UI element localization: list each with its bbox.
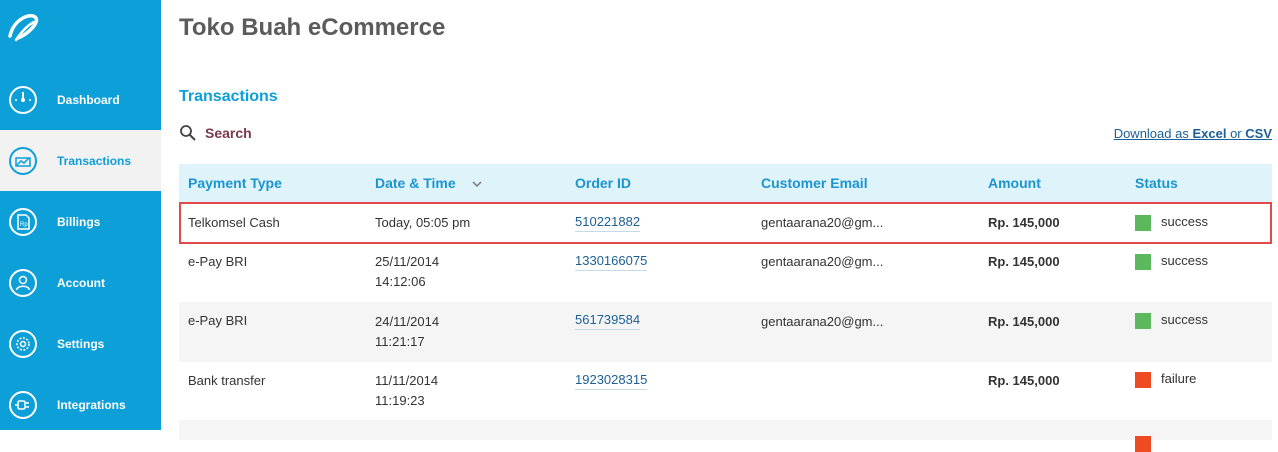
table-row[interactable]: e-Pay BRI 25/11/2014 14:12:06 1330166075… (179, 244, 1272, 302)
sidebar-item-dashboard[interactable]: Dashboard (0, 69, 161, 130)
date-cell: Today, 05:05 pm (375, 215, 471, 230)
time-cell: 11:21:17 (375, 334, 425, 349)
gear-icon (9, 329, 37, 358)
order-id-link[interactable]: 510221882 (575, 213, 641, 232)
date-cell: 11/11/2014 (375, 373, 439, 388)
sidebar-item-integrations[interactable]: Integrations (0, 374, 161, 435)
table-header: Payment Type Date & Time Order ID Custom… (179, 164, 1272, 202)
column-header-date-time[interactable]: Date & Time (375, 175, 482, 191)
date-cell: 25/11/2014 (375, 254, 440, 269)
amount-cell: Rp. 145,000 (988, 314, 1060, 329)
download-or: or (1230, 126, 1242, 141)
search-label: Search (205, 125, 252, 141)
status-text: success (1161, 214, 1208, 229)
user-icon (9, 268, 37, 297)
sidebar-item-account[interactable]: Account (0, 252, 161, 313)
status-success-indicator (1135, 313, 1151, 329)
search-button[interactable]: Search (179, 124, 252, 142)
email-cell: gentaarana20@gm... (761, 314, 884, 329)
sidebar: Dashboard Transactions Rp Billings Accou… (0, 0, 161, 430)
status-text: success (1161, 312, 1208, 327)
swirl-logo-icon[interactable] (6, 10, 40, 44)
section-title: Transactions (179, 88, 278, 105)
download-csv-link[interactable]: CSV (1245, 126, 1272, 141)
sidebar-item-label: Billings (57, 214, 101, 229)
payment-type-cell: Bank transfer (188, 373, 266, 388)
status-failure-indicator (1135, 436, 1151, 452)
order-id-link[interactable]: 1330166075 (575, 252, 648, 271)
column-header-order-id[interactable]: Order ID (575, 175, 631, 191)
table-row[interactable]: e-Pay BRI 24/11/2014 11:21:17 561739584 … (179, 302, 1272, 362)
transactions-table: Payment Type Date & Time Order ID Custom… (179, 164, 1272, 452)
table-row[interactable]: Telkomsel Cash Today, 05:05 pm 510221882… (179, 202, 1272, 244)
payment-type-cell: e-Pay BRI (188, 254, 248, 269)
sidebar-item-billings[interactable]: Rp Billings (0, 191, 161, 252)
sidebar-item-transactions[interactable]: Transactions (0, 130, 161, 191)
sidebar-item-label: Settings (57, 336, 105, 351)
sidebar-item-label: Transactions (57, 153, 132, 168)
gauge-icon (9, 85, 37, 114)
amount-cell: Rp. 145,000 (988, 215, 1060, 230)
download-links: Download as Excel or CSV (1114, 126, 1272, 141)
column-header-status[interactable]: Status (1135, 175, 1178, 191)
amount-cell: Rp. 145,000 (988, 373, 1060, 388)
status-text: failure (1161, 371, 1197, 386)
download-prefix: Download as (1113, 126, 1189, 141)
order-id-link[interactable]: 561739584 (575, 311, 641, 330)
column-header-payment-type[interactable]: Payment Type (188, 175, 282, 191)
bill-icon: Rp (9, 207, 37, 236)
table-row[interactable] (179, 420, 1272, 452)
sidebar-item-settings[interactable]: Settings (0, 313, 161, 374)
download-excel-link[interactable]: Excel (1192, 126, 1226, 141)
email-cell: gentaarana20@gm... (761, 215, 884, 230)
table-row[interactable]: Bank transfer 11/11/2014 11:19:23 192302… (179, 362, 1272, 420)
column-header-customer-email[interactable]: Customer Email (761, 175, 868, 191)
sidebar-item-label: Integrations (57, 397, 126, 412)
chevron-down-icon (472, 181, 482, 188)
status-failure-indicator (1135, 372, 1151, 388)
svg-text:Rp: Rp (20, 222, 28, 228)
column-header-label: Date & Time (375, 175, 456, 191)
page-title: Toko Buah eCommerce (179, 14, 446, 41)
date-cell: 24/11/2014 (375, 314, 440, 329)
email-cell: gentaarana20@gm... (761, 254, 884, 269)
plug-icon (9, 390, 37, 419)
order-id-link[interactable]: 1923028315 (575, 371, 648, 390)
time-cell: 14:12:06 (375, 274, 426, 289)
search-icon (180, 125, 196, 141)
trend-chart-icon (9, 146, 37, 175)
status-success-indicator (1135, 254, 1151, 270)
time-cell: 11:19:23 (375, 393, 425, 408)
status-text: success (1161, 253, 1208, 268)
sidebar-item-label: Dashboard (57, 92, 120, 107)
payment-type-cell: Telkomsel Cash (188, 215, 280, 230)
amount-cell: Rp. 145,000 (988, 254, 1060, 269)
status-success-indicator (1135, 215, 1151, 231)
sidebar-item-label: Account (57, 275, 105, 290)
payment-type-cell: e-Pay BRI (188, 313, 248, 328)
column-header-amount[interactable]: Amount (988, 175, 1041, 191)
